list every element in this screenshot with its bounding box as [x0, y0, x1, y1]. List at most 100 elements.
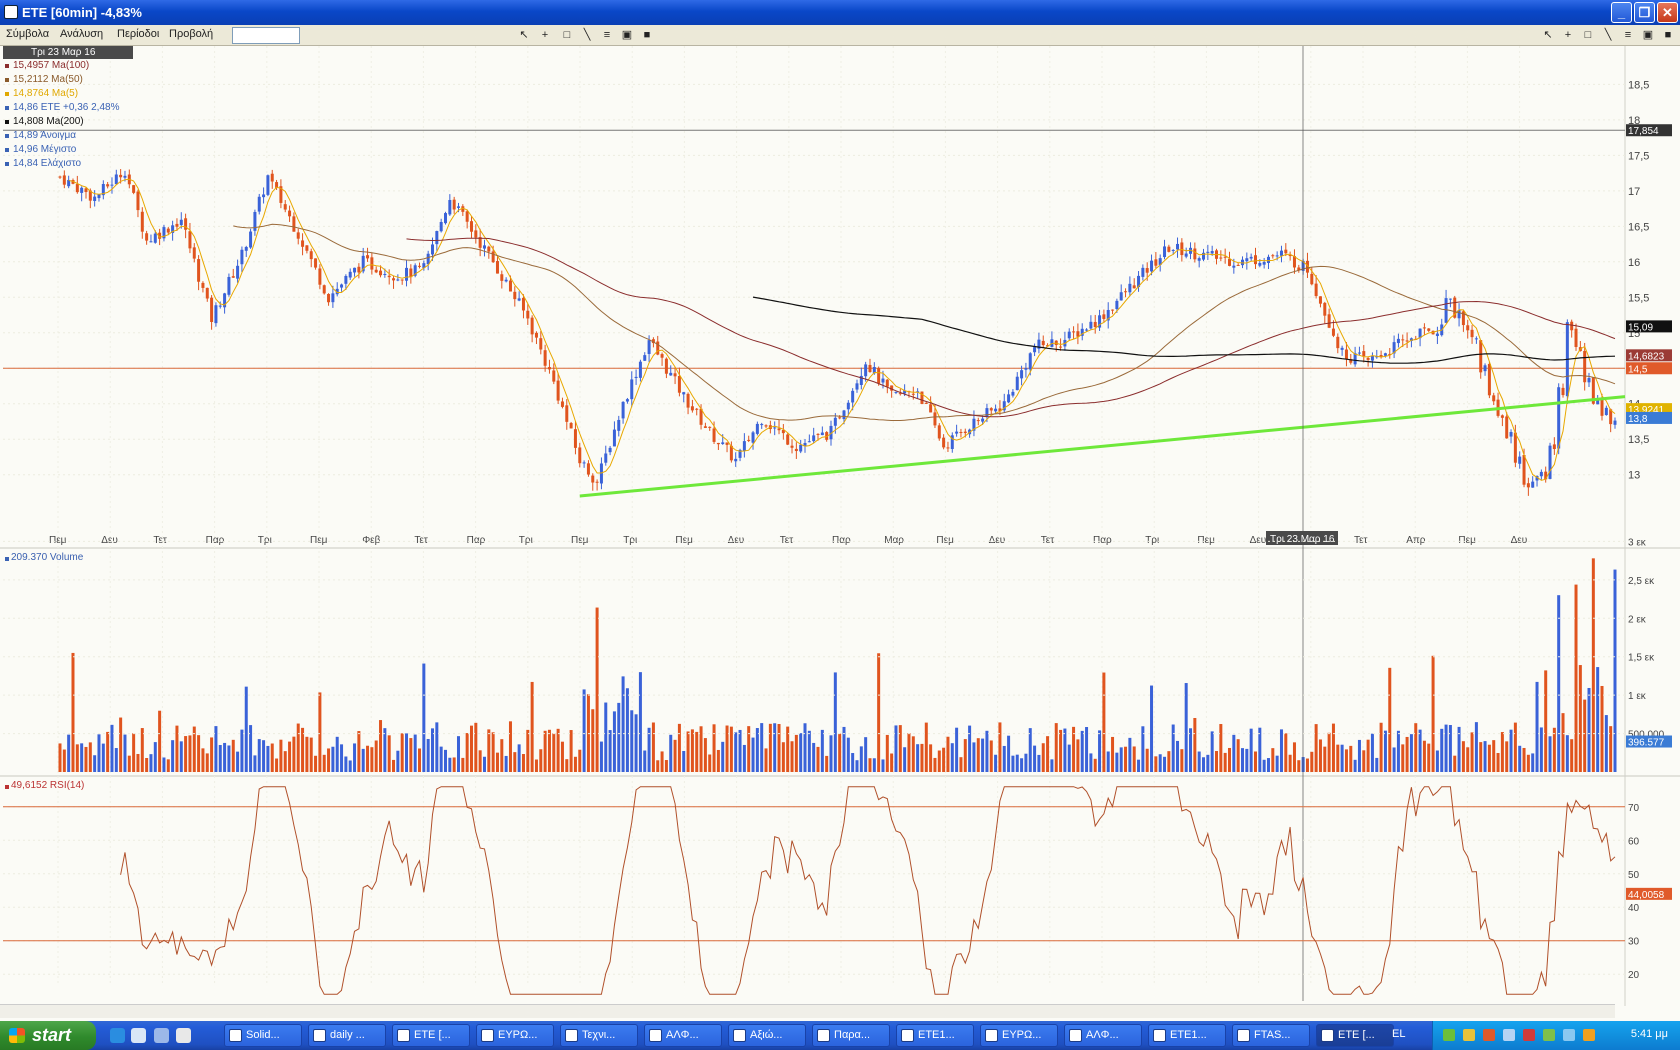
volume-bar: [1574, 584, 1578, 772]
pointer-tool-icon-right[interactable]: ↖: [1541, 29, 1555, 42]
rectangle-tool-icon[interactable]: □: [560, 29, 574, 42]
close-button[interactable]: ✕: [1657, 2, 1678, 23]
volume-bar: [521, 754, 525, 772]
taskbar-task[interactable]: ΑΛΦ...: [644, 1024, 722, 1047]
volume-bar: [1067, 744, 1071, 772]
candle-body: [1227, 258, 1231, 266]
candle-body: [539, 338, 543, 350]
volume-bar: [145, 758, 149, 772]
save-icon-right[interactable]: ■: [1661, 29, 1675, 42]
desktop-icon[interactable]: [176, 1028, 191, 1043]
menu-view[interactable]: Προβολή: [169, 28, 213, 40]
horizontal-scrollbar[interactable]: [0, 1004, 1615, 1018]
taskbar-task[interactable]: Παρα...: [812, 1024, 890, 1047]
volume-bar: [366, 745, 370, 772]
candle-body: [114, 174, 118, 185]
volume-bar: [721, 741, 725, 772]
volume-bar: [898, 725, 902, 772]
pointer-tool-icon[interactable]: ↖: [517, 29, 531, 42]
candle-body: [755, 423, 759, 434]
menu-analysis[interactable]: Ανάλυση: [60, 28, 103, 40]
volume-bar: [517, 744, 521, 772]
line-tool-icon-right[interactable]: ╲: [1601, 29, 1615, 42]
volume-bar: [1115, 752, 1119, 772]
antivirus-icon[interactable]: [1483, 1029, 1495, 1041]
rsi-legend: 49,6152 RSI(14): [3, 780, 84, 791]
candle-body: [1275, 255, 1279, 257]
menu-symbols[interactable]: Σύμβολα: [6, 28, 49, 40]
volume-bar: [400, 733, 404, 772]
candle-body: [97, 194, 101, 199]
media-icon[interactable]: [154, 1028, 169, 1043]
taskbar-task[interactable]: ΑΛΦ...: [1064, 1024, 1142, 1047]
taskbar-task[interactable]: Αξιώ...: [728, 1024, 806, 1047]
crosshair-tool-icon-right[interactable]: +: [1561, 29, 1575, 42]
legend-row: 14,86 ETE +0,36 2,48%: [3, 101, 133, 115]
candle-body: [1587, 378, 1591, 383]
minimize-button[interactable]: _: [1611, 2, 1632, 23]
taskbar-task[interactable]: ETE1...: [1148, 1024, 1226, 1047]
messenger-icon[interactable]: [1563, 1029, 1575, 1041]
save-icon[interactable]: ■: [640, 29, 654, 42]
candle-body: [1344, 349, 1348, 360]
candle-body: [426, 253, 430, 265]
shield-icon[interactable]: [1463, 1029, 1475, 1041]
candle-body: [534, 332, 538, 338]
candle-body: [1570, 321, 1574, 331]
outlook-icon[interactable]: [131, 1028, 146, 1043]
chart-tool-icon-right[interactable]: ▣: [1641, 29, 1655, 42]
volume-bar: [387, 735, 391, 772]
candle-body: [205, 287, 209, 299]
volume-bar: [327, 748, 331, 772]
chart-tool-icon[interactable]: ▣: [620, 29, 634, 42]
lines-tool-icon[interactable]: ≡: [600, 29, 614, 42]
taskbar-task[interactable]: daily ...: [308, 1024, 386, 1047]
volume-tick-label: 1 εκ: [1628, 691, 1647, 702]
volume-bar: [1344, 749, 1348, 772]
volume-bar: [1531, 753, 1535, 772]
chart-area[interactable]: 18,51817,51716,51615,51514,51413,513ΠεμΔ…: [0, 46, 1680, 1006]
ie-icon[interactable]: [110, 1028, 125, 1043]
symbol-input[interactable]: [232, 27, 300, 44]
volume-bar: [435, 722, 439, 772]
volume-bar: [695, 731, 699, 772]
network-icon[interactable]: [1443, 1029, 1455, 1041]
candle-body: [929, 404, 933, 413]
taskbar-task[interactable]: ETE1...: [896, 1024, 974, 1047]
volume-bar: [314, 755, 318, 772]
language-indicator[interactable]: EL: [1392, 1028, 1405, 1040]
price-tick-label: 15,5: [1628, 292, 1649, 304]
candle-body: [392, 278, 396, 281]
restore-button[interactable]: ❐: [1634, 2, 1655, 23]
candle-body: [1340, 347, 1344, 350]
update-icon[interactable]: [1523, 1029, 1535, 1041]
volume-bar: [1292, 742, 1296, 772]
rectangle-tool-icon-right[interactable]: □: [1581, 29, 1595, 42]
candle-body: [1163, 246, 1167, 258]
lines-tool-icon-right[interactable]: ≡: [1621, 29, 1635, 42]
menu-periods[interactable]: Περίοδοι: [117, 28, 159, 40]
taskbar-task[interactable]: ETE [...: [392, 1024, 470, 1047]
taskbar-task[interactable]: ΕΥΡΩ...: [476, 1024, 554, 1047]
taskbar-task[interactable]: FTAS...: [1232, 1024, 1310, 1047]
volume-bar: [175, 725, 179, 772]
window-icon: [229, 1029, 242, 1042]
taskbar-task[interactable]: ΕΥΡΩ...: [980, 1024, 1058, 1047]
taskbar-task[interactable]: Τεχνι...: [560, 1024, 638, 1047]
volume-icon[interactable]: [1503, 1029, 1515, 1041]
line-tool-icon[interactable]: ╲: [580, 29, 594, 42]
candle-body: [1435, 333, 1439, 337]
candle-body: [444, 213, 448, 224]
candle-body: [1128, 283, 1132, 293]
app-tray-icon[interactable]: [1543, 1029, 1555, 1041]
time-tick-label: Πεμ: [310, 535, 328, 546]
volume-bar: [673, 739, 677, 772]
crosshair-tool-icon[interactable]: +: [538, 29, 552, 42]
start-button[interactable]: start: [0, 1021, 96, 1050]
security-icon[interactable]: [1583, 1029, 1595, 1041]
taskbar-task[interactable]: Solid...: [224, 1024, 302, 1047]
taskbar-task-label: daily ...: [330, 1029, 365, 1041]
candle-body: [1232, 265, 1236, 268]
chart-canvas[interactable]: 18,51817,51716,51615,51514,51413,513ΠεμΔ…: [0, 46, 1680, 1006]
taskbar-task[interactable]: ETE [...: [1316, 1024, 1394, 1047]
